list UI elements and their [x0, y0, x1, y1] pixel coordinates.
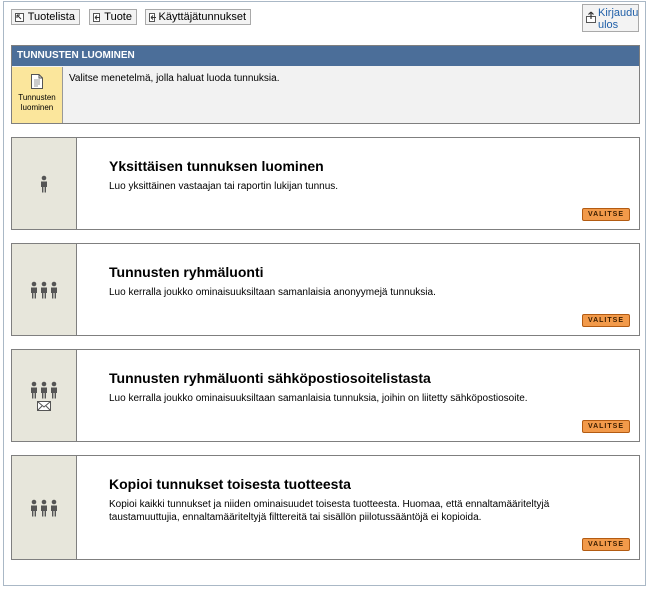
- left-arrow-icon: [93, 12, 101, 22]
- card-description: Luo yksittäinen vastaajan tai raportin l…: [109, 181, 339, 192]
- card-description: Kopioi kaikki tunnukset ja niiden ominai…: [109, 499, 550, 523]
- up-left-arrow-icon: [15, 12, 24, 22]
- group-icon: [31, 381, 57, 398]
- nav-user-ids-button[interactable]: Käyttäjätunnukset: [145, 9, 251, 25]
- card-description: Luo kerralla joukko ominaisuuksiltaan sa…: [109, 287, 436, 298]
- create-ids-header: TUNNUSTEN LUOMINEN Tunnusten luominen Va…: [11, 45, 640, 124]
- select-button[interactable]: VALITSE: [581, 420, 630, 433]
- card-copy-ids[interactable]: Kopioi tunnukset toisesta tuotteesta Kop…: [11, 455, 640, 560]
- logout-button[interactable]: Kirjaudu ulos: [582, 4, 639, 32]
- group-icon: [31, 281, 57, 298]
- nav-product-label: Tuote: [104, 11, 132, 23]
- card-group-create[interactable]: Tunnusten ryhmäluonti Luo kerralla joukk…: [11, 243, 640, 336]
- logout-label: Kirjaudu ulos: [598, 7, 639, 31]
- create-ids-tile-label: Tunnusten luominen: [18, 93, 56, 112]
- card-icon-panel: [12, 456, 77, 559]
- nav-user-ids-label: Käyttäjätunnukset: [158, 11, 246, 23]
- select-button[interactable]: VALITSE: [581, 208, 630, 221]
- left-arrow-icon: [149, 12, 156, 22]
- card-group-email[interactable]: Tunnusten ryhmäluonti sähköpostiosoiteli…: [11, 349, 640, 442]
- create-ids-tile: Tunnusten luominen: [12, 67, 63, 123]
- upload-icon: [586, 11, 596, 26]
- select-button[interactable]: VALITSE: [581, 538, 630, 551]
- select-button[interactable]: VALITSE: [581, 314, 630, 327]
- card-title: Tunnusten ryhmäluonti: [109, 264, 264, 280]
- card-title: Kopioi tunnukset toisesta tuotteesta: [109, 476, 351, 492]
- envelope-icon: [37, 400, 51, 411]
- document-icon: [31, 74, 43, 89]
- card-title: Tunnusten ryhmäluonti sähköpostiosoiteli…: [109, 370, 431, 386]
- single-person-icon: [41, 175, 47, 192]
- card-single-id[interactable]: Yksittäisen tunnuksen luominen Luo yksit…: [11, 137, 640, 230]
- card-icon-panel: [12, 350, 77, 441]
- card-icon-panel: [12, 138, 77, 229]
- nav-product-list-label: Tuotelista: [27, 11, 75, 23]
- header-description: Valitse menetelmä, jolla haluat luoda tu…: [69, 73, 280, 84]
- card-title: Yksittäisen tunnuksen luominen: [109, 158, 324, 174]
- nav-product-button[interactable]: Tuote: [89, 9, 137, 25]
- card-icon-panel: [12, 244, 77, 335]
- page-title: TUNNUSTEN LUOMINEN: [12, 46, 639, 66]
- card-description: Luo kerralla joukko ominaisuuksiltaan sa…: [109, 393, 528, 404]
- group-icon: [31, 499, 57, 516]
- nav-product-list-button[interactable]: Tuotelista: [11, 9, 80, 25]
